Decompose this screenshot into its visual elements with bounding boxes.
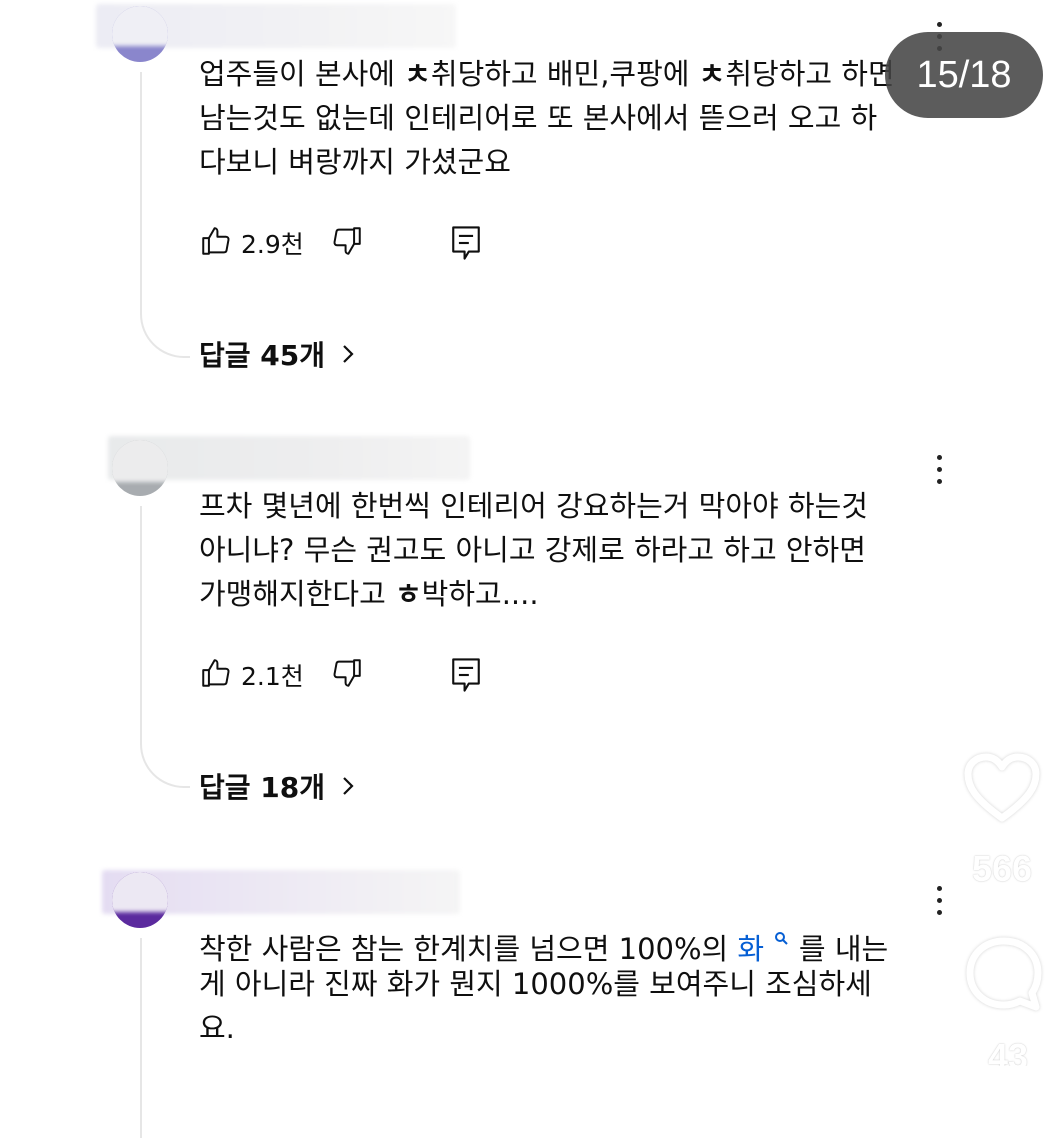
comment-3-line-3: 요.	[199, 1011, 235, 1045]
thread-line-1	[140, 72, 190, 358]
comment-2-line-1: 프차 몇년에 한번씩 인테리어 강요하는거 막아야 하는것	[199, 489, 868, 523]
comment-bubble-icon[interactable]	[964, 935, 1044, 1019]
comment-text-3: 착한 사람은 참는 한계치를 넘으면 100%의 화 를 내는 게 아니라 진짜…	[199, 918, 919, 1050]
chevron-right-icon	[341, 768, 355, 808]
comment-text-2: 프차 몇년에 한번씩 인테리어 강요하는거 막아야 하는것 아니냐? 무슨 권고…	[199, 484, 919, 616]
more-options-2[interactable]	[930, 455, 948, 489]
reply-icon[interactable]	[449, 223, 483, 267]
like-total-count: 566	[971, 848, 1033, 889]
comment-1-line-1: 업주들이 본사에 ㅊ취당하고 배민,쿠팡에 ㅊ취당하고 하면	[199, 57, 895, 91]
chevron-right-icon	[341, 336, 355, 376]
comment-1-line-3: 다보니 벼랑까지 가셨군요	[199, 145, 511, 179]
thumbs-up-icon[interactable]	[199, 224, 233, 262]
avatar-3[interactable]	[112, 872, 168, 928]
search-link-hwa[interactable]: 화	[737, 932, 764, 966]
like-count-2: 2.1천	[241, 662, 304, 691]
avatar-2[interactable]	[112, 440, 168, 496]
thumbs-down-icon[interactable]	[330, 656, 364, 694]
comment-actions-2: 2.1천	[199, 655, 519, 695]
more-options-3[interactable]	[930, 886, 948, 920]
comment-3: 착한 사람은 참는 한계치를 넘으면 100%의 화 를 내는 게 아니라 진짜…	[0, 866, 1058, 1138]
comment-1-line-2: 남는것도 없는데 인테리어로 또 본사에서 뜯으러 오고 하	[199, 101, 878, 135]
replies-button-1[interactable]: 답글 45개	[199, 336, 355, 376]
reply-icon[interactable]	[449, 655, 483, 699]
avatar-1[interactable]	[112, 6, 168, 62]
comment-total-count: 43	[987, 1036, 1029, 1066]
replies-label-1: 답글 45개	[199, 339, 325, 372]
heart-icon[interactable]	[962, 752, 1042, 828]
comment-actions-1: 2.9천	[199, 223, 519, 263]
comment-2: 프차 몇년에 한번씩 인테리어 강요하는거 막아야 하는것 아니냐? 무슨 권고…	[0, 430, 1058, 830]
comment-2-line-3: 가맹해지한다고 ㅎ박하고....	[199, 577, 539, 611]
comment-2-line-2: 아니냐? 무슨 권고도 아니고 강제로 하라고 하고 안하면	[199, 533, 866, 567]
thumbs-down-icon[interactable]	[330, 224, 364, 262]
like-count-1: 2.9천	[241, 230, 304, 259]
thumbs-up-icon[interactable]	[199, 656, 233, 694]
comment-text-1: 업주들이 본사에 ㅊ취당하고 배민,쿠팡에 ㅊ취당하고 하면 남는것도 없는데 …	[199, 52, 919, 184]
search-icon[interactable]	[768, 930, 793, 950]
comment-3-line-2: 게 아니라 진짜 화가 뭔지 1000%를 보여주니 조심하세	[199, 967, 872, 1001]
thread-line-2	[140, 506, 190, 788]
replies-button-2[interactable]: 답글 18개	[199, 768, 355, 808]
page-indicator-badge: 15/18	[885, 32, 1043, 118]
comment-3-line-1: 착한 사람은 참는 한계치를 넘으면 100%의 화 를 내는	[199, 930, 889, 966]
thread-line-3	[140, 938, 190, 1138]
replies-label-2: 답글 18개	[199, 771, 325, 804]
